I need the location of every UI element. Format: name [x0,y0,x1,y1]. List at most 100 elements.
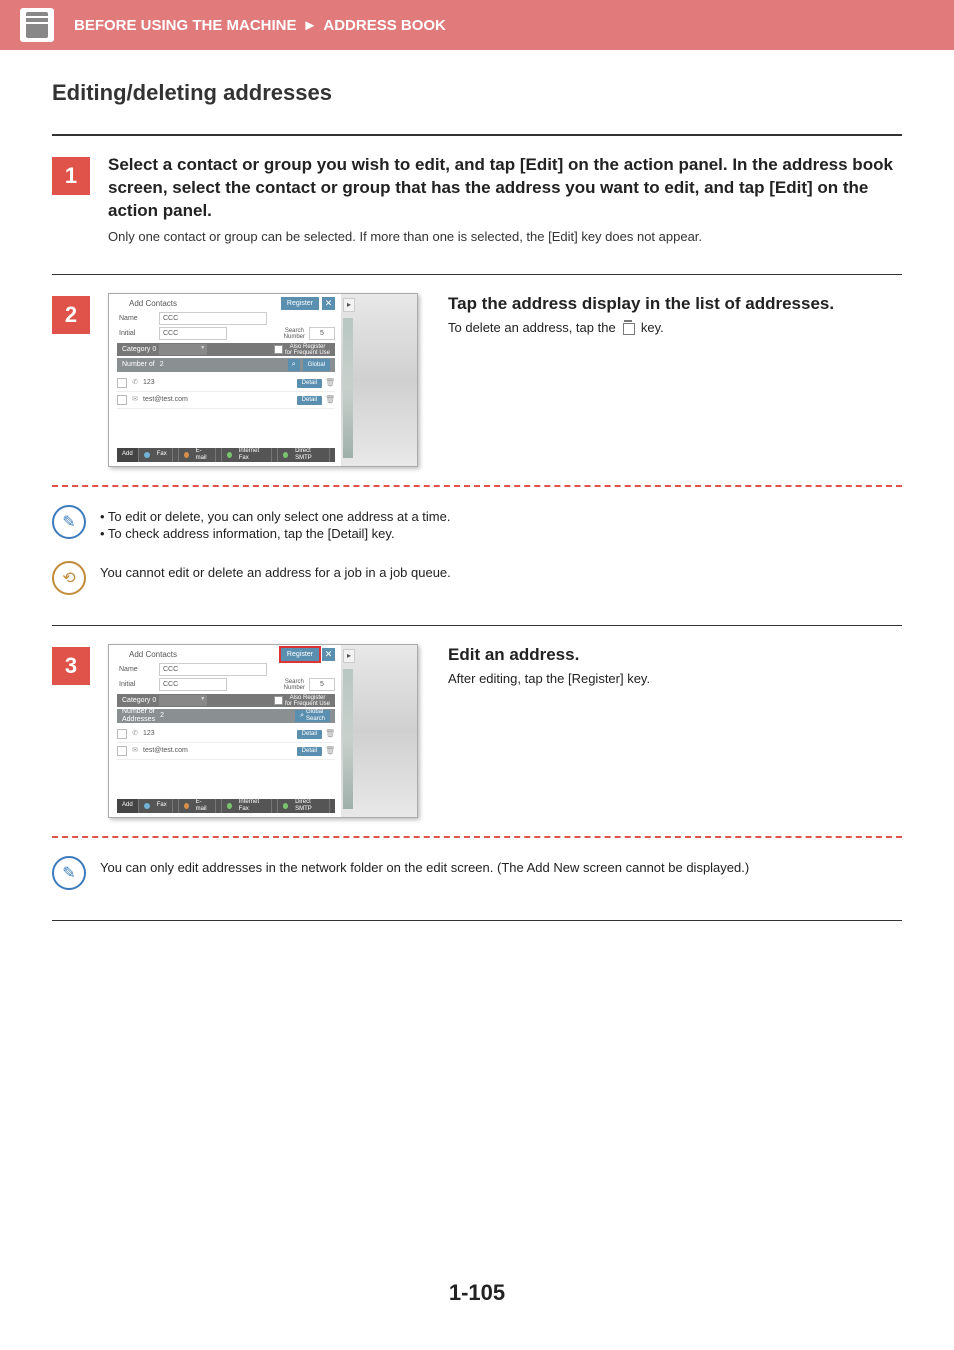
address-text: 123 [143,730,294,738]
step-3-title: Edit an address. [448,644,902,665]
note-text: • To edit or delete, you can only select… [100,509,450,524]
global-search-button[interactable]: Global [303,359,330,371]
add-tab[interactable]: Add [117,799,139,813]
num-addresses-value: 2 [160,712,164,720]
step-number-badge: 3 [52,647,90,685]
row-checkbox[interactable] [117,729,127,739]
initial-field[interactable]: CCC [159,678,227,691]
row-checkbox[interactable] [117,746,127,756]
divider [52,625,902,626]
fax-tab[interactable]: Fax [139,448,179,462]
category-label: Category 0 [122,346,156,354]
trash-icon [621,320,635,334]
screenshot-step-3: Add Contacts Register ✕ Name CCC Initial… [108,644,418,818]
add-tab[interactable]: Add [117,448,139,462]
address-row[interactable]: ✉ test@test.com Detail 🗑 [117,743,335,760]
address-text: 123 [143,379,294,387]
row-checkbox[interactable] [117,378,127,388]
note-network-folder: ✎ You can only edit addresses in the net… [52,856,902,890]
search-number-label: Search Number [284,679,305,691]
name-field[interactable]: CCC [159,312,267,325]
search-number-field[interactable]: 5 [309,327,335,340]
detail-button[interactable]: Detail [297,730,322,739]
dashed-divider [52,485,902,487]
bottom-tabs: Add Fax E-mail Internet Fax Direct SMTP [117,799,335,813]
phone-icon: ✆ [130,379,140,387]
trash-icon[interactable]: 🗑 [325,729,335,739]
num-addresses-label: Number of [122,361,155,369]
detail-button[interactable]: Detail [297,747,322,756]
info-icon: ✎ [52,856,86,890]
panel-shade [343,318,353,458]
mail-icon: ✉ [130,747,140,755]
trash-icon[interactable]: 🗑 [325,746,335,756]
ifax-tab[interactable]: Internet Fax [222,448,278,462]
name-label: Name [119,315,155,323]
panel-expand-icon[interactable]: ▸ [343,298,355,312]
header-subsection: ADDRESS BOOK [323,17,446,34]
also-register-label: Also Register for Frequent Use [285,695,330,707]
fax-tab[interactable]: Fax [139,799,179,813]
mock-action-panel: ▸ [341,645,417,817]
detail-button[interactable]: Detail [297,396,322,405]
dashed-divider [52,836,902,838]
close-icon[interactable]: ✕ [322,648,335,661]
trash-icon[interactable]: 🗑 [325,378,335,388]
num-addresses-label: Number of Addresses [122,708,155,725]
phone-icon: ✆ [130,730,140,738]
search-number-field[interactable]: 5 [309,678,335,691]
name-field[interactable]: CCC [159,663,267,676]
num-addresses-value: 2 [160,361,164,369]
email-tab[interactable]: E-mail [179,799,222,813]
step-2-desc: To delete an address, tap the key. [448,320,902,335]
divider [52,134,902,136]
search-number-label: Search Number [284,328,305,340]
name-label: Name [119,666,155,674]
chapter-icon [20,8,54,42]
category-label: Category 0 [122,697,156,705]
step-2: 2 Add Contacts Register ✕ Name CCC [52,293,902,467]
restriction-icon: ⟲ [52,561,86,595]
screenshot-step-2: Add Contacts Register ✕ Name CCC Initial… [108,293,418,467]
panel-expand-icon[interactable]: ▸ [343,649,355,663]
email-tab[interactable]: E-mail [179,448,222,462]
close-icon[interactable]: ✕ [322,297,335,310]
divider [52,274,902,275]
frequent-use-checkbox[interactable] [274,345,283,354]
mock-action-panel: ▸ [341,294,417,466]
global-search-button[interactable]: ⌕Global Search [295,710,330,722]
trash-icon[interactable]: 🗑 [325,395,335,405]
step-3-desc: After editing, tap the [Register] key. [448,671,902,686]
row-checkbox[interactable] [117,395,127,405]
smtp-tab[interactable]: Direct SMTP [278,448,335,462]
note-edit-delete: ✎ • To edit or delete, you can only sele… [52,505,902,543]
initial-field[interactable]: CCC [159,327,227,340]
address-row[interactable]: ✆ 123 Detail 🗑 [117,726,335,743]
note-text: You can only edit addresses in the netwo… [100,860,749,875]
divider [52,920,902,921]
register-button[interactable]: Register [281,297,319,310]
category-dropdown[interactable] [159,695,207,706]
initial-label: Initial [119,330,155,338]
step-3: 3 Add Contacts Register ✕ Name CCC [52,644,902,818]
frequent-use-checkbox[interactable] [274,696,283,705]
page-title: Editing/deleting addresses [52,80,902,106]
also-register-label: Also Register for Frequent Use [285,344,330,356]
search-icon[interactable]: ⌕ [288,359,300,371]
detail-button[interactable]: Detail [297,379,322,388]
smtp-tab[interactable]: Direct SMTP [278,799,335,813]
note-text: • To check address information, tap the … [100,526,450,541]
step-1-desc: Only one contact or group can be selecte… [108,229,902,244]
category-dropdown[interactable] [159,344,207,355]
address-row[interactable]: ✉ test@test.com Detail 🗑 [117,392,335,409]
header-bar: BEFORE USING THE MACHINE ► ADDRESS BOOK [0,0,954,50]
register-button[interactable]: Register [281,648,319,661]
address-text: test@test.com [143,747,294,755]
note-job-queue: ⟲ You cannot edit or delete an address f… [52,561,902,595]
step-number-badge: 2 [52,296,90,334]
info-icon: ✎ [52,505,86,539]
address-row[interactable]: ✆ 123 Detail 🗑 [117,375,335,392]
ifax-tab[interactable]: Internet Fax [222,799,278,813]
step-number-badge: 1 [52,157,90,195]
page-number: 1-105 [0,1280,954,1306]
